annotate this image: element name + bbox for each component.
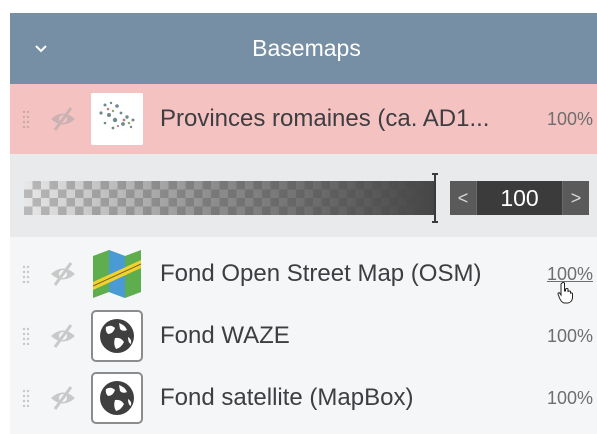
layer-opacity[interactable]: 100% bbox=[547, 109, 593, 130]
layer-row-osm[interactable]: Fond Open Street Map (OSM) 100% bbox=[10, 243, 597, 305]
opacity-decrease-button[interactable]: < bbox=[450, 181, 476, 215]
layer-row-provinces[interactable]: Provinces romaines (ca. AD1... 100% bbox=[10, 84, 597, 154]
opacity-slider-row: < 100 > bbox=[10, 154, 597, 237]
drag-handle-icon[interactable] bbox=[22, 265, 30, 283]
panel-header[interactable]: Basemaps bbox=[10, 13, 597, 84]
layer-label[interactable]: Fond WAZE bbox=[160, 322, 290, 350]
map-icon bbox=[91, 248, 143, 300]
layer-row-satellite[interactable]: Fond satellite (MapBox) 100% bbox=[10, 367, 597, 429]
basemaps-panel: Basemaps Provinces romaines (ca. AD1... … bbox=[10, 13, 597, 434]
layer-row-waze[interactable]: Fond WAZE 100% bbox=[10, 305, 597, 367]
ancient-map-thumbnail bbox=[91, 93, 143, 145]
opacity-slider-track[interactable] bbox=[24, 181, 434, 215]
eye-slash-icon[interactable] bbox=[48, 383, 78, 413]
eye-slash-icon[interactable] bbox=[48, 259, 78, 289]
drag-handle-icon[interactable] bbox=[22, 327, 30, 345]
layer-label[interactable]: Provinces romaines (ca. AD1... bbox=[160, 105, 489, 133]
opacity-stepper[interactable]: < 100 > bbox=[450, 181, 589, 215]
panel-title: Basemaps bbox=[252, 35, 361, 61]
eye-slash-icon[interactable] bbox=[48, 104, 78, 134]
drag-handle-icon[interactable] bbox=[22, 110, 30, 128]
layer-label[interactable]: Fond Open Street Map (OSM) bbox=[160, 260, 481, 288]
hand-pointer-cursor-icon bbox=[557, 282, 573, 304]
eye-slash-icon[interactable] bbox=[48, 321, 78, 351]
chevron-down-icon[interactable] bbox=[32, 39, 50, 57]
opacity-value-input[interactable]: 100 bbox=[476, 181, 563, 215]
layer-label[interactable]: Fond satellite (MapBox) bbox=[160, 384, 413, 412]
globe-icon bbox=[91, 372, 143, 424]
opacity-slider-handle[interactable] bbox=[432, 172, 438, 224]
layer-opacity[interactable]: 100% bbox=[547, 388, 593, 409]
opacity-increase-button[interactable]: > bbox=[563, 181, 589, 215]
layer-opacity[interactable]: 100% bbox=[547, 326, 593, 347]
drag-handle-icon[interactable] bbox=[22, 389, 30, 407]
globe-icon bbox=[91, 310, 143, 362]
